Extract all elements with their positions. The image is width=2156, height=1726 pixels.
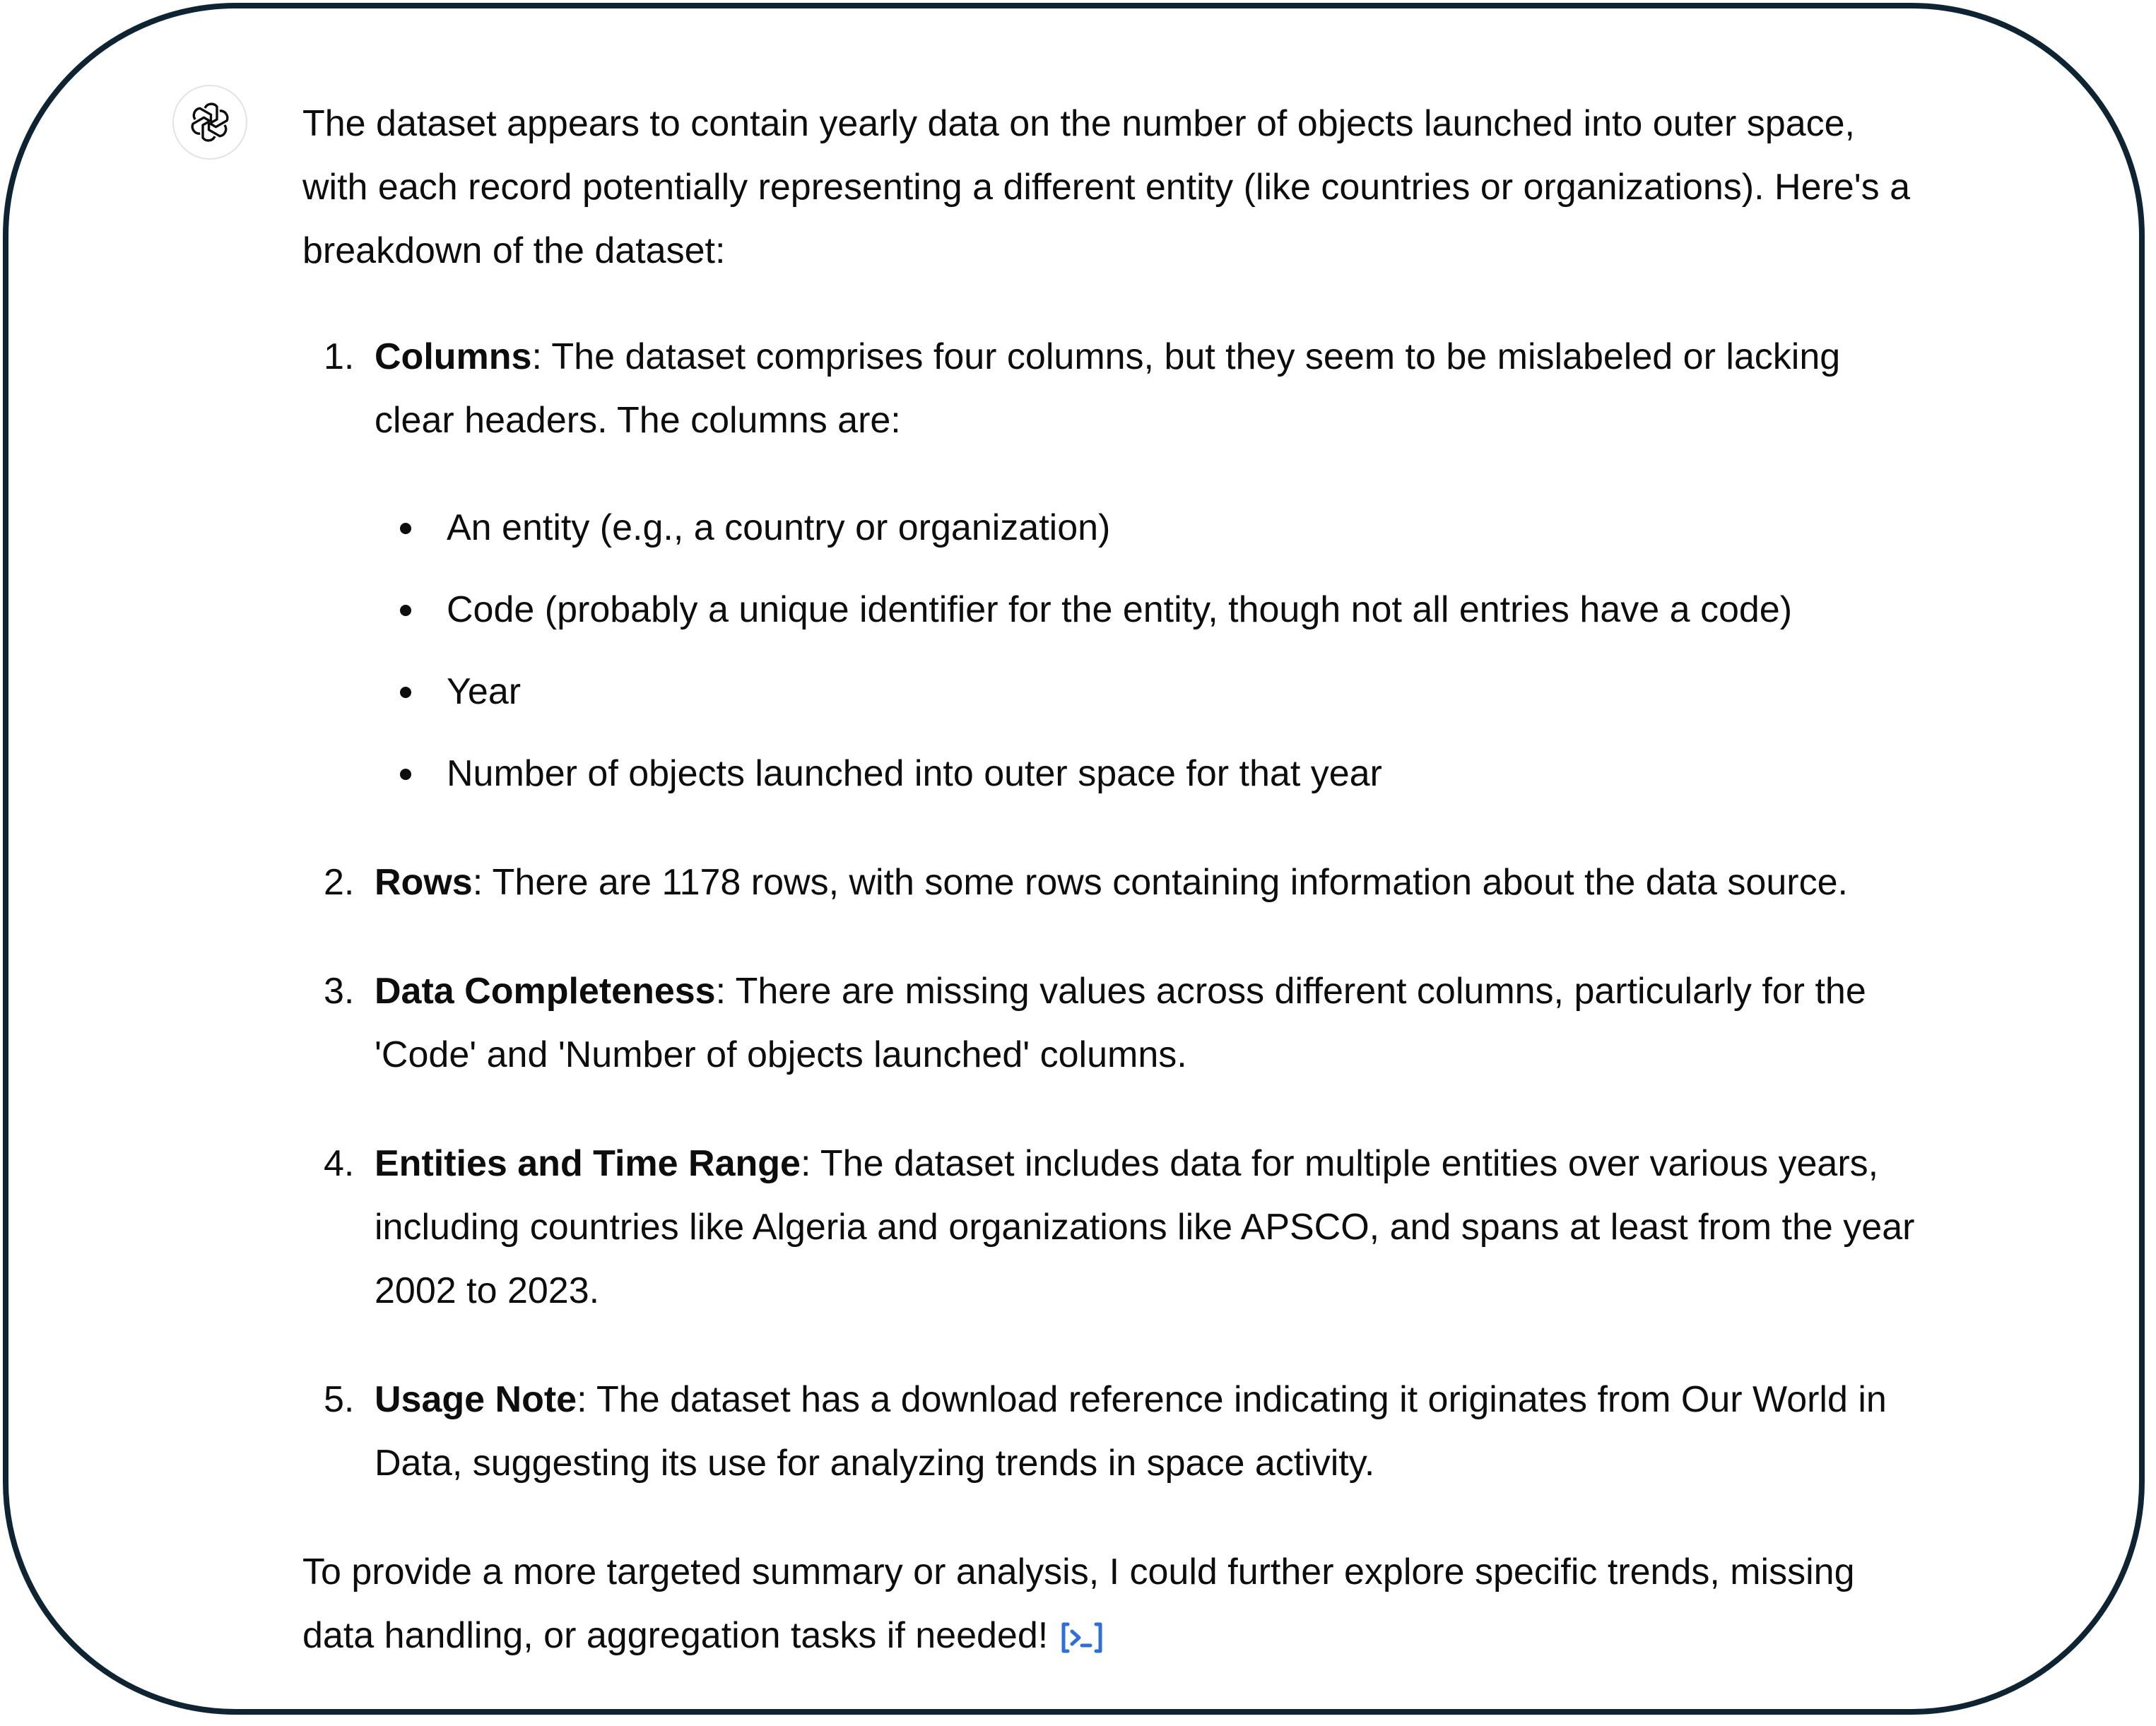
bullet-item: An entity (e.g., a country or organizati…: [400, 496, 1928, 560]
list-item-text: : The dataset comprises four columns, bu…: [375, 336, 1841, 441]
breakdown-list: Columns: The dataset comprises four colu…: [302, 325, 1928, 1495]
list-item-rows: Rows: There are 1178 rows, with some row…: [324, 851, 1928, 914]
columns-bullet-list: An entity (e.g., a country or organizati…: [375, 496, 1928, 805]
view-code-button[interactable]: [1059, 1620, 1104, 1655]
list-item-title: Usage Note: [375, 1379, 577, 1420]
view-code-icon: [1061, 1622, 1102, 1653]
list-item-text: : The dataset has a download reference i…: [375, 1379, 1887, 1484]
openai-logo-icon: [191, 102, 229, 142]
assistant-message: The dataset appears to contain yearly da…: [302, 92, 1928, 1667]
list-item-data-completeness: Data Completeness: There are missing val…: [324, 959, 1928, 1087]
list-item-columns: Columns: The dataset comprises four colu…: [324, 325, 1928, 805]
assistant-avatar: [172, 85, 247, 160]
list-item-text: : There are 1178 rows, with some rows co…: [472, 862, 1848, 903]
list-item-title: Columns: [375, 336, 532, 377]
intro-paragraph: The dataset appears to contain yearly da…: [302, 103, 1911, 271]
chat-window-frame: The dataset appears to contain yearly da…: [3, 3, 2145, 1715]
bullet-item: Number of objects launched into outer sp…: [400, 742, 1928, 805]
list-item-title: Entities and Time Range: [375, 1143, 801, 1184]
bullet-item: Code (probably a unique identifier for t…: [400, 578, 1928, 642]
closing-paragraph: To provide a more targeted summary or an…: [302, 1540, 1928, 1667]
bullet-item: Year: [400, 660, 1928, 723]
list-item-entities-time-range: Entities and Time Range: The dataset inc…: [324, 1132, 1928, 1323]
list-item-title: Rows: [375, 862, 473, 903]
list-item-usage-note: Usage Note: The dataset has a download r…: [324, 1368, 1928, 1495]
list-item-title: Data Completeness: [375, 971, 716, 1012]
